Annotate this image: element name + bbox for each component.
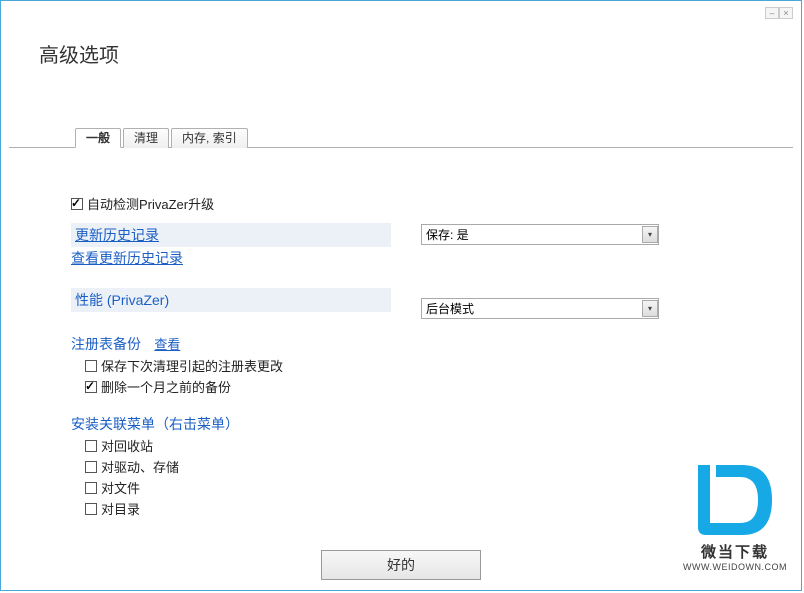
performance-header: 性能 (PrivaZer) — [75, 292, 169, 308]
chevron-down-icon: ▾ — [642, 226, 658, 243]
close-button[interactable]: × — [779, 7, 793, 19]
delete-old-backup-checkbox[interactable] — [85, 381, 97, 393]
ctx-file-label: 对文件 — [101, 478, 140, 497]
auto-detect-label: 自动检测PrivaZer升级 — [87, 194, 214, 213]
ctx-drive-checkbox[interactable] — [85, 461, 97, 473]
chevron-down-icon: ▾ — [642, 300, 658, 317]
history-save-dropdown[interactable]: 保存: 是 ▾ — [421, 224, 659, 245]
ctx-recycle-checkbox[interactable] — [85, 440, 97, 452]
tab-content: 自动检测PrivaZer升级 更新历史记录 查看更新历史记录 保存: 是 ▾ 性… — [71, 166, 771, 520]
view-history-link[interactable]: 查看更新历史记录 — [71, 250, 183, 266]
auto-detect-checkbox[interactable] — [71, 198, 83, 210]
performance-value: 后台模式 — [426, 300, 474, 317]
app-window: – × 高级选项 一般 清理 内存, 索引 自动检测PrivaZer升级 更新历… — [0, 0, 802, 591]
save-registry-label: 保存下次清理引起的注册表更改 — [101, 356, 283, 375]
save-registry-checkbox[interactable] — [85, 360, 97, 372]
tab-bar: 一般 清理 内存, 索引 — [9, 127, 793, 148]
registry-backup-header: 注册表备份 — [71, 336, 141, 352]
ok-button[interactable]: 好的 — [321, 550, 481, 580]
history-save-value: 保存: 是 — [426, 226, 469, 243]
context-menu-header: 安装关联菜单（右击菜单） — [71, 416, 239, 432]
ctx-file-checkbox[interactable] — [85, 482, 97, 494]
window-controls: – × — [765, 7, 793, 19]
registry-view-link[interactable]: 查看 — [154, 337, 180, 352]
ctx-recycle-label: 对回收站 — [101, 436, 153, 455]
minimize-button[interactable]: – — [765, 7, 779, 19]
tab-general[interactable]: 一般 — [75, 128, 121, 148]
delete-old-backup-label: 删除一个月之前的备份 — [101, 377, 231, 396]
watermark-brand: 微当下载 — [683, 541, 787, 562]
ctx-folder-label: 对目录 — [101, 499, 140, 518]
ctx-folder-checkbox[interactable] — [85, 503, 97, 515]
page-title: 高级选项 — [39, 39, 119, 68]
watermark-url: WWW.WEIDOWN.COM — [683, 562, 787, 572]
performance-dropdown[interactable]: 后台模式 ▾ — [421, 298, 659, 319]
tab-cleanup[interactable]: 清理 — [123, 128, 169, 148]
update-history-link[interactable]: 更新历史记录 — [75, 227, 159, 243]
tab-memory-index[interactable]: 内存, 索引 — [171, 128, 248, 148]
ctx-drive-label: 对驱动、存储 — [101, 457, 179, 476]
